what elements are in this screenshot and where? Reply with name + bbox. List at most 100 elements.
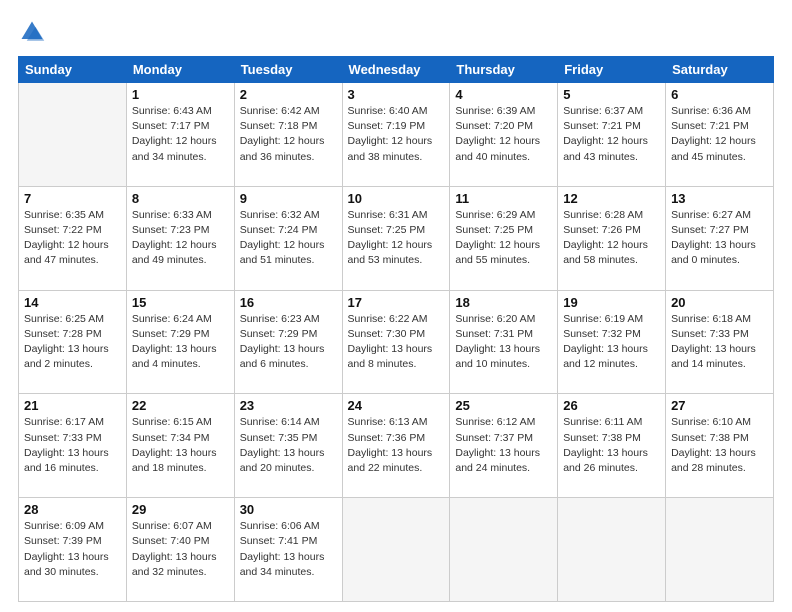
cell-line: Sunset: 7:31 PM xyxy=(455,327,552,342)
cell-line: Daylight: 12 hours xyxy=(455,134,552,149)
cell-line: Sunrise: 6:10 AM xyxy=(671,415,768,430)
calendar-cell xyxy=(558,498,666,602)
calendar-cell xyxy=(666,498,774,602)
day-number: 18 xyxy=(455,295,552,310)
cell-line: Sunrise: 6:22 AM xyxy=(348,312,445,327)
cell-line: Sunrise: 6:06 AM xyxy=(240,519,337,534)
cell-line: Sunset: 7:30 PM xyxy=(348,327,445,342)
cell-line: Sunset: 7:39 PM xyxy=(24,534,121,549)
day-number: 16 xyxy=(240,295,337,310)
cell-line: Daylight: 13 hours xyxy=(240,342,337,357)
cell-line: Sunrise: 6:28 AM xyxy=(563,208,660,223)
cell-line: and 22 minutes. xyxy=(348,461,445,476)
calendar-cell: 30Sunrise: 6:06 AMSunset: 7:41 PMDayligh… xyxy=(234,498,342,602)
calendar-cell: 5Sunrise: 6:37 AMSunset: 7:21 PMDaylight… xyxy=(558,83,666,187)
cell-line: Daylight: 13 hours xyxy=(348,446,445,461)
cell-line: and 53 minutes. xyxy=(348,253,445,268)
day-number: 14 xyxy=(24,295,121,310)
calendar-cell: 1Sunrise: 6:43 AMSunset: 7:17 PMDaylight… xyxy=(126,83,234,187)
calendar-cell: 11Sunrise: 6:29 AMSunset: 7:25 PMDayligh… xyxy=(450,186,558,290)
cell-line: Daylight: 12 hours xyxy=(348,238,445,253)
cell-line: Sunrise: 6:42 AM xyxy=(240,104,337,119)
day-number: 17 xyxy=(348,295,445,310)
day-number: 24 xyxy=(348,398,445,413)
cell-line: and 51 minutes. xyxy=(240,253,337,268)
calendar-cell: 16Sunrise: 6:23 AMSunset: 7:29 PMDayligh… xyxy=(234,290,342,394)
calendar-cell: 18Sunrise: 6:20 AMSunset: 7:31 PMDayligh… xyxy=(450,290,558,394)
day-number: 22 xyxy=(132,398,229,413)
calendar-header-saturday: Saturday xyxy=(666,57,774,83)
calendar-cell xyxy=(19,83,127,187)
calendar-cell: 12Sunrise: 6:28 AMSunset: 7:26 PMDayligh… xyxy=(558,186,666,290)
cell-line: Daylight: 12 hours xyxy=(563,238,660,253)
cell-line: Sunset: 7:25 PM xyxy=(455,223,552,238)
calendar-cell: 23Sunrise: 6:14 AMSunset: 7:35 PMDayligh… xyxy=(234,394,342,498)
cell-line: Sunrise: 6:27 AM xyxy=(671,208,768,223)
cell-line: Sunrise: 6:29 AM xyxy=(455,208,552,223)
day-number: 4 xyxy=(455,87,552,102)
day-number: 5 xyxy=(563,87,660,102)
cell-line: Sunrise: 6:15 AM xyxy=(132,415,229,430)
day-number: 23 xyxy=(240,398,337,413)
calendar-header-sunday: Sunday xyxy=(19,57,127,83)
cell-line: Daylight: 13 hours xyxy=(132,342,229,357)
cell-line: and 58 minutes. xyxy=(563,253,660,268)
cell-line: and 6 minutes. xyxy=(240,357,337,372)
cell-line: Sunrise: 6:14 AM xyxy=(240,415,337,430)
cell-line: Sunrise: 6:13 AM xyxy=(348,415,445,430)
day-number: 10 xyxy=(348,191,445,206)
day-number: 7 xyxy=(24,191,121,206)
cell-line: Sunset: 7:35 PM xyxy=(240,431,337,446)
calendar-week-row: 1Sunrise: 6:43 AMSunset: 7:17 PMDaylight… xyxy=(19,83,774,187)
day-number: 15 xyxy=(132,295,229,310)
cell-line: Sunset: 7:19 PM xyxy=(348,119,445,134)
cell-line: Sunset: 7:29 PM xyxy=(132,327,229,342)
cell-line: Daylight: 12 hours xyxy=(240,238,337,253)
cell-line: and 38 minutes. xyxy=(348,150,445,165)
calendar-week-row: 14Sunrise: 6:25 AMSunset: 7:28 PMDayligh… xyxy=(19,290,774,394)
cell-line: Sunrise: 6:19 AM xyxy=(563,312,660,327)
calendar-cell xyxy=(342,498,450,602)
cell-line: and 30 minutes. xyxy=(24,565,121,580)
cell-line: Daylight: 12 hours xyxy=(455,238,552,253)
cell-line: Sunset: 7:34 PM xyxy=(132,431,229,446)
day-number: 19 xyxy=(563,295,660,310)
cell-line: Daylight: 12 hours xyxy=(671,134,768,149)
calendar-cell: 13Sunrise: 6:27 AMSunset: 7:27 PMDayligh… xyxy=(666,186,774,290)
calendar-cell: 7Sunrise: 6:35 AMSunset: 7:22 PMDaylight… xyxy=(19,186,127,290)
cell-line: Sunrise: 6:37 AM xyxy=(563,104,660,119)
cell-line: Daylight: 13 hours xyxy=(240,550,337,565)
cell-line: and 49 minutes. xyxy=(132,253,229,268)
cell-line: Sunset: 7:36 PM xyxy=(348,431,445,446)
cell-line: Daylight: 12 hours xyxy=(563,134,660,149)
cell-line: Sunrise: 6:17 AM xyxy=(24,415,121,430)
cell-line: Sunrise: 6:07 AM xyxy=(132,519,229,534)
calendar-cell: 4Sunrise: 6:39 AMSunset: 7:20 PMDaylight… xyxy=(450,83,558,187)
cell-line: Daylight: 13 hours xyxy=(132,550,229,565)
cell-line: Sunrise: 6:11 AM xyxy=(563,415,660,430)
cell-line: Sunrise: 6:25 AM xyxy=(24,312,121,327)
cell-line: Daylight: 13 hours xyxy=(132,446,229,461)
calendar-header-friday: Friday xyxy=(558,57,666,83)
day-number: 29 xyxy=(132,502,229,517)
cell-line: Sunrise: 6:32 AM xyxy=(240,208,337,223)
cell-line: Sunrise: 6:12 AM xyxy=(455,415,552,430)
cell-line: and 36 minutes. xyxy=(240,150,337,165)
cell-line: and 40 minutes. xyxy=(455,150,552,165)
cell-line: Sunset: 7:32 PM xyxy=(563,327,660,342)
calendar-cell: 21Sunrise: 6:17 AMSunset: 7:33 PMDayligh… xyxy=(19,394,127,498)
cell-line: Daylight: 13 hours xyxy=(24,550,121,565)
day-number: 27 xyxy=(671,398,768,413)
cell-line: Sunset: 7:26 PM xyxy=(563,223,660,238)
cell-line: and 16 minutes. xyxy=(24,461,121,476)
cell-line: Sunset: 7:40 PM xyxy=(132,534,229,549)
cell-line: Sunset: 7:33 PM xyxy=(24,431,121,446)
cell-line: Sunrise: 6:31 AM xyxy=(348,208,445,223)
cell-line: and 14 minutes. xyxy=(671,357,768,372)
page: SundayMondayTuesdayWednesdayThursdayFrid… xyxy=(0,0,792,612)
calendar-cell: 6Sunrise: 6:36 AMSunset: 7:21 PMDaylight… xyxy=(666,83,774,187)
cell-line: Sunset: 7:38 PM xyxy=(563,431,660,446)
cell-line: Sunrise: 6:24 AM xyxy=(132,312,229,327)
cell-line: and 2 minutes. xyxy=(24,357,121,372)
cell-line: Daylight: 13 hours xyxy=(24,446,121,461)
